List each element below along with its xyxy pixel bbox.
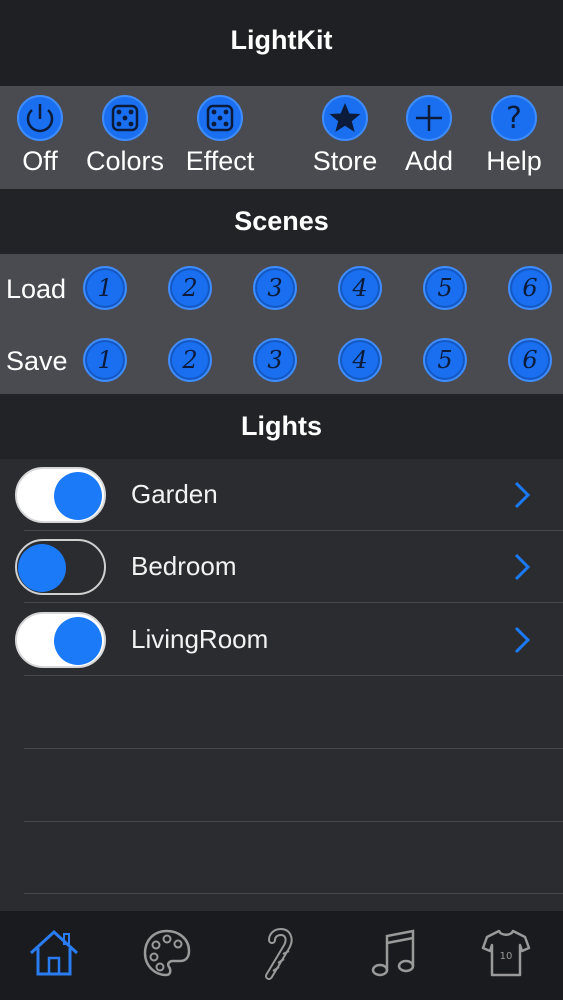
question-icon: ?	[491, 95, 537, 141]
colors-label: Colors	[85, 146, 165, 176]
row-divider	[24, 675, 563, 676]
scenes-header: Scenes	[0, 189, 563, 254]
save-scene-6-button[interactable]: 6	[508, 338, 552, 382]
tab-candy[interactable]	[250, 923, 310, 983]
save-scene-1-button[interactable]: 1	[83, 338, 127, 382]
plus-icon	[406, 95, 452, 141]
load-scene-4-button[interactable]: 4	[338, 266, 382, 310]
light-name: LivingRoom	[131, 624, 269, 654]
light-name: Bedroom	[131, 551, 237, 581]
chevron-right-icon[interactable]	[511, 551, 533, 583]
svg-text:10: 10	[500, 951, 513, 962]
dice-icon	[197, 95, 243, 141]
palette-icon	[143, 929, 191, 977]
effect-label: Effect	[185, 146, 255, 176]
jersey-icon: 10	[481, 929, 531, 977]
load-scene-3-button[interactable]: 3	[253, 266, 297, 310]
store-label: Store	[312, 146, 378, 176]
tab-jersey[interactable]: 10	[476, 923, 536, 983]
bedroom-toggle[interactable]	[15, 539, 106, 595]
chevron-right-icon[interactable]	[511, 479, 533, 511]
off-label: Off	[22, 146, 58, 176]
colors-button[interactable]: Colors	[75, 94, 175, 186]
chevron-right-icon[interactable]	[511, 624, 533, 656]
load-scene-5-button[interactable]: 5	[423, 266, 467, 310]
load-label: Load	[6, 274, 67, 304]
power-icon	[17, 95, 63, 141]
load-row: Load 1 2 3 4 5 6	[0, 260, 563, 320]
toggle-knob	[54, 617, 102, 665]
tab-palette[interactable]	[137, 923, 197, 983]
light-row-garden[interactable]: Garden	[0, 459, 563, 531]
effect-button[interactable]: Effect	[170, 94, 270, 186]
navigation-bar: LightKit	[0, 0, 563, 86]
row-divider	[24, 893, 563, 894]
toolbar: Off Colors Effect Store Add ? Help	[0, 86, 563, 189]
save-row: Save 1 2 3 4 5 6	[0, 332, 563, 392]
save-scene-3-button[interactable]: 3	[253, 338, 297, 382]
save-scene-4-button[interactable]: 4	[338, 338, 382, 382]
app-title: LightKit	[230, 24, 333, 55]
save-scene-2-button[interactable]: 2	[168, 338, 212, 382]
save-scene-5-button[interactable]: 5	[423, 338, 467, 382]
load-scene-2-button[interactable]: 2	[168, 266, 212, 310]
save-label: Save	[6, 346, 68, 376]
home-icon	[29, 929, 79, 976]
help-label: Help	[486, 146, 542, 176]
tab-home[interactable]	[24, 923, 84, 983]
dice-icon	[102, 95, 148, 141]
garden-toggle[interactable]	[15, 467, 106, 523]
scenes-panel: Load 1 2 3 4 5 6 Save 1 2 3 4 5 6	[0, 254, 563, 394]
row-divider	[24, 748, 563, 749]
light-row-bedroom[interactable]: Bedroom	[0, 531, 563, 603]
row-divider	[24, 821, 563, 822]
livingroom-toggle[interactable]	[15, 612, 106, 668]
toggle-knob	[18, 544, 66, 592]
add-label: Add	[404, 146, 454, 176]
tab-music[interactable]	[363, 923, 423, 983]
scenes-title: Scenes	[234, 206, 329, 236]
load-scene-6-button[interactable]: 6	[508, 266, 552, 310]
lights-title: Lights	[241, 411, 322, 441]
tab-bar: 10	[0, 911, 563, 1000]
light-name: Garden	[131, 479, 218, 509]
light-row-livingroom[interactable]: LivingRoom	[0, 604, 563, 676]
toggle-knob	[54, 472, 102, 520]
help-button[interactable]: ? Help	[464, 94, 563, 186]
lights-list: Garden Bedroom LivingRoom	[0, 459, 563, 911]
star-icon	[322, 95, 368, 141]
lights-header: Lights	[0, 394, 563, 459]
candy-cane-icon	[265, 927, 293, 980]
music-note-icon	[371, 929, 415, 977]
svg-text:?: ?	[506, 101, 522, 136]
load-scene-1-button[interactable]: 1	[83, 266, 127, 310]
row-divider	[24, 602, 563, 603]
